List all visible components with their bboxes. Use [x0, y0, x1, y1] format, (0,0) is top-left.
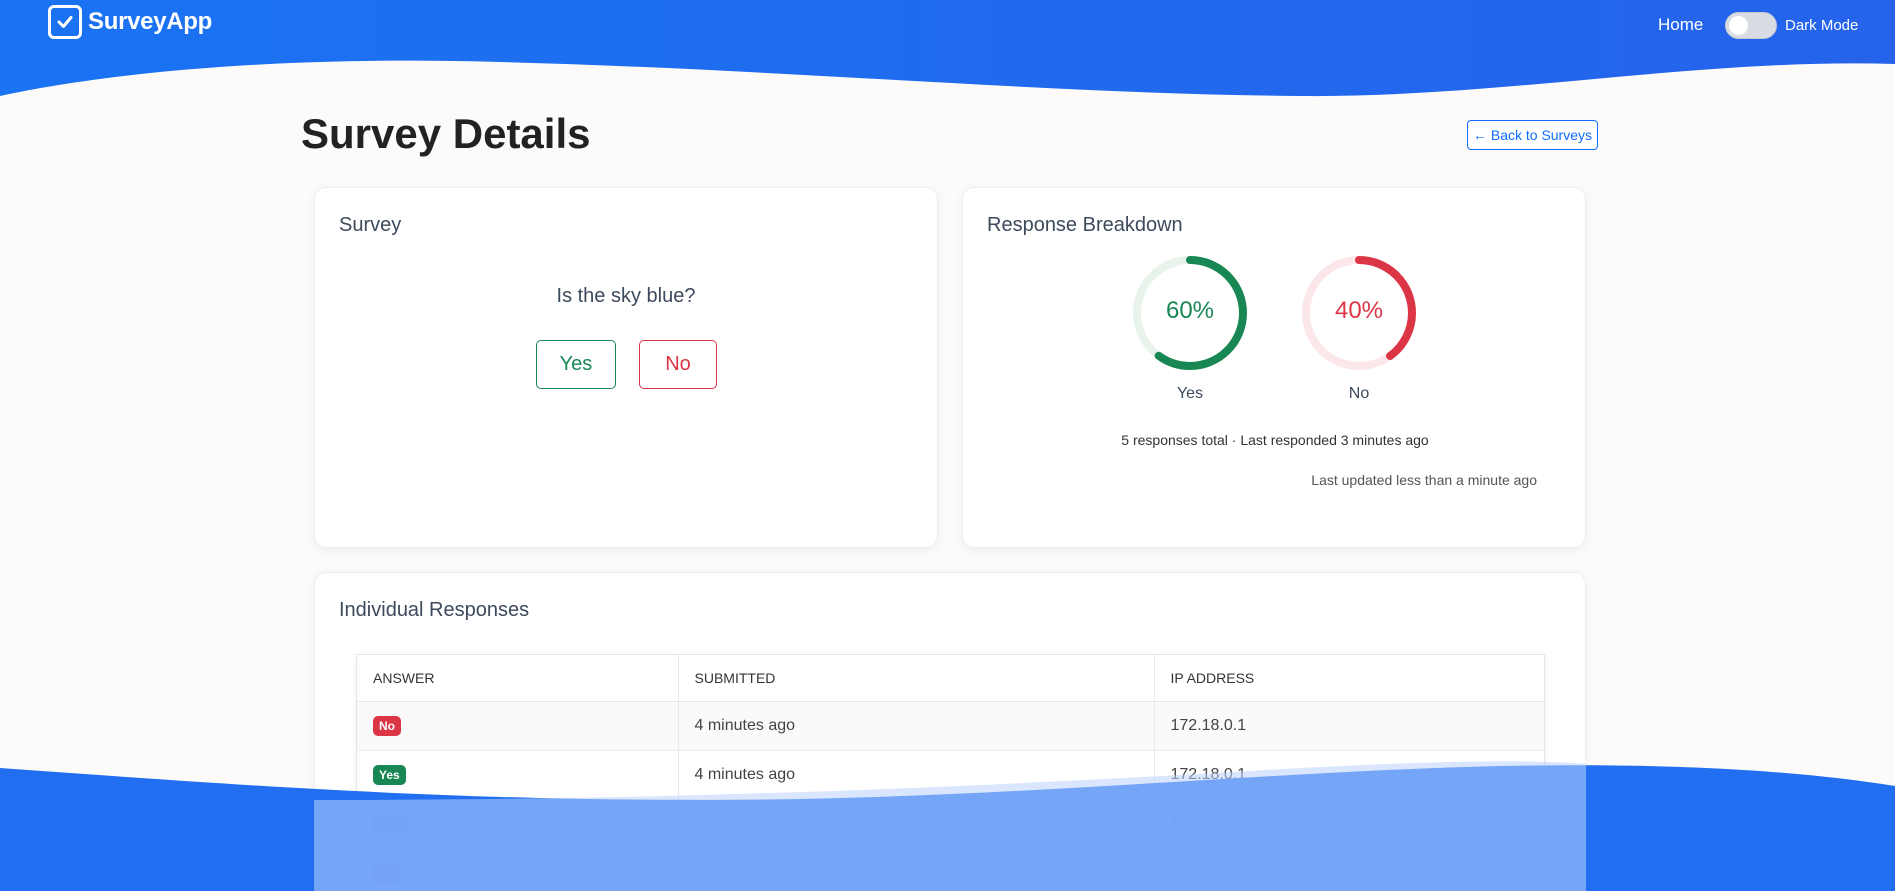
checkbox-icon	[48, 5, 82, 39]
ip-address-cell: 172.18.0.1	[1154, 750, 1544, 800]
breakdown-card-title: Response Breakdown	[987, 214, 1183, 236]
submitted-cell: 4 minutes ago	[678, 799, 1155, 849]
page-title: Survey Details	[301, 110, 591, 157]
no-percent: 40%	[1334, 297, 1384, 324]
answer-cell: No	[357, 848, 679, 891]
survey-card-title: Survey	[339, 214, 402, 236]
yes-percent: 60%	[1165, 297, 1215, 324]
yes-donut-chart: 60%	[1129, 252, 1251, 374]
ip-address-cell: 172.18.0.1	[1154, 799, 1544, 849]
table-row: No 4 minutes ago 172.18.0.1	[357, 701, 1544, 751]
responses-summary: 5 responses total · Last responded 3 min…	[1121, 432, 1429, 448]
brand-name: SurveyApp	[88, 8, 213, 35]
submitted-cell: 4 minutes ago	[678, 848, 1155, 891]
dark-mode-toggle[interactable]	[1725, 12, 1777, 39]
answer-badge: No	[373, 862, 401, 883]
submitted-cell: 4 minutes ago	[678, 750, 1155, 800]
answer-cell: Yes	[357, 750, 679, 800]
survey-question: Is the sky blue?	[556, 285, 696, 307]
responses-table: ANSWER SUBMITTED IP ADDRESS No 4 minutes …	[357, 655, 1544, 891]
navbar: SurveyApp Home Dark Mode	[0, 0, 1895, 50]
table-row: Yes 4 minutes ago 172.18.0.1	[357, 799, 1544, 849]
column-header-answer: ANSWER	[357, 655, 679, 702]
answer-yes-button[interactable]: Yes	[536, 340, 616, 389]
answer-no-button[interactable]: No	[639, 340, 717, 389]
ip-address-cell: 172.18.0.1	[1154, 848, 1544, 891]
yes-donut-label: Yes	[1176, 385, 1204, 402]
brand-link[interactable]: SurveyApp	[48, 5, 212, 39]
answer-badge: No	[373, 715, 401, 736]
table-row: Yes 4 minutes ago 172.18.0.1	[357, 750, 1544, 800]
survey-card: Survey Is the sky blue? Yes No	[314, 187, 938, 548]
ip-address-cell: 172.18.0.1	[1154, 701, 1544, 751]
no-donut-chart: 40%	[1298, 252, 1420, 374]
nav-home-link[interactable]: Home	[1658, 15, 1703, 35]
answer-cell: No	[357, 701, 679, 751]
column-header-submitted: SUBMITTED	[678, 655, 1155, 702]
submitted-cell: 4 minutes ago	[678, 701, 1155, 751]
answer-cell: Yes	[357, 799, 679, 849]
toggle-knob	[1729, 16, 1748, 35]
answer-badge: Yes	[373, 764, 406, 785]
individual-responses-card: Individual Responses ANSWER SUBMITTED IP…	[314, 572, 1586, 891]
back-to-surveys-button[interactable]: ← Back to Surveys	[1467, 120, 1598, 150]
no-donut-label: No	[1348, 385, 1370, 402]
responses-table-container: ANSWER SUBMITTED IP ADDRESS No 4 minutes …	[356, 654, 1545, 891]
answer-badge: Yes	[373, 813, 406, 834]
responses-card-title: Individual Responses	[339, 599, 530, 621]
dark-mode-label: Dark Mode	[1785, 17, 1859, 34]
table-header-row: ANSWER SUBMITTED IP ADDRESS	[357, 655, 1544, 702]
column-header-ip-address: IP ADDRESS	[1154, 655, 1544, 702]
last-updated-text: Last updated less than a minute ago	[1311, 472, 1537, 488]
table-row: No 4 minutes ago 172.18.0.1	[357, 848, 1544, 891]
response-breakdown-card: Response Breakdown 60% Yes 40% No 5 resp…	[962, 187, 1586, 548]
